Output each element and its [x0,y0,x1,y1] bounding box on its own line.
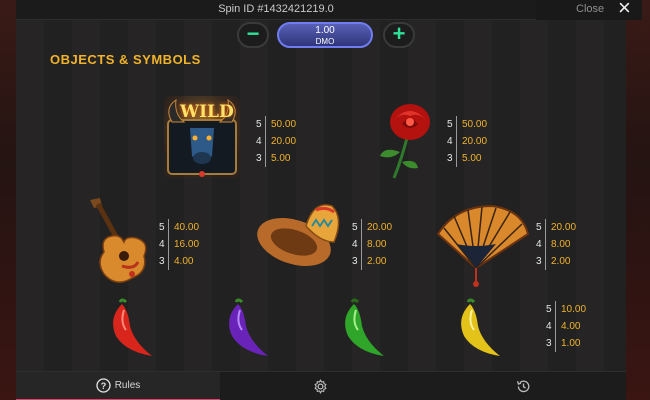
rose-paytable: 5 50.00 4 20.00 3 5.00 [447,116,487,167]
close-label: Close [576,3,605,15]
tab-settings[interactable] [220,372,424,400]
paytable-row: 5 50.00 [447,116,487,133]
bottom-tab-bar: ? Rules [16,371,626,400]
bet-value: 1.00 [315,25,335,36]
paytable-row: 4 8.00 [352,236,392,253]
peppers-paytable: 5 10.00 4 4.00 3 1.00 [546,301,586,352]
gear-icon [313,379,328,394]
paytable-row: 3 1.00 [546,335,586,352]
top-bar: Spin ID #1432421219.0 Close × [16,0,642,20]
yellow-pepper-icon [448,296,514,360]
close-icon[interactable]: × [618,0,631,19]
bet-decrease-button[interactable]: − [237,22,269,48]
left-backdrop [0,0,16,400]
sombrero-paytable: 5 20.00 4 8.00 3 2.00 [352,219,392,270]
paytable-row: 4 16.00 [159,236,199,253]
section-title: OBJECTS & SYMBOLS [50,52,201,67]
fan-paytable: 5 20.00 4 8.00 3 2.00 [536,219,576,270]
tab-history[interactable] [424,372,626,400]
history-icon [516,379,531,394]
paytable-row: 5 50.00 [256,116,296,133]
paytable-row: 4 20.00 [256,133,296,150]
bet-display: 1.00 DMO [277,22,373,48]
red-pepper-icon [100,296,166,360]
tab-rules[interactable]: ? Rules [16,372,220,400]
rose-icon [372,100,440,182]
paytable-row: 4 4.00 [546,318,586,335]
rules-screen: { "header": { "spin_id": "Spin ID #14324… [0,0,650,400]
guitar-paytable: 5 40.00 4 16.00 3 4.00 [159,219,199,270]
green-pepper-icon [332,296,398,360]
paytable-row: 5 20.00 [352,219,392,236]
paytable-row: 3 4.00 [159,253,199,270]
svg-text:?: ? [100,381,106,391]
purple-pepper-icon [216,296,282,360]
right-backdrop [626,0,650,400]
paytable-row: 3 2.00 [352,253,392,270]
spin-id-text: Spin ID #1432421219.0 [218,3,334,15]
close-button[interactable]: Close × [536,0,642,20]
question-icon: ? [96,378,111,393]
paytable-row: 4 8.00 [536,236,576,253]
sombrero-icon [254,196,346,272]
bet-increase-button[interactable]: + [383,22,415,48]
wild-symbol-icon: WILD [162,92,242,180]
fan-icon [436,204,530,288]
guitar-icon [82,196,158,286]
paytable-row: 4 20.00 [447,133,487,150]
wild-paytable: 5 50.00 4 20.00 3 5.00 [256,116,296,167]
paytable-row: 3 5.00 [447,150,487,167]
paytable-row: 5 20.00 [536,219,576,236]
bet-unit: DMO [315,37,335,46]
paytable-row: 5 40.00 [159,219,199,236]
paytable-row: 5 10.00 [546,301,586,318]
wild-label: WILD [180,102,234,122]
tab-rules-label: Rules [114,380,141,391]
paytable-row: 3 2.00 [536,253,576,270]
paytable-row: 3 5.00 [256,150,296,167]
